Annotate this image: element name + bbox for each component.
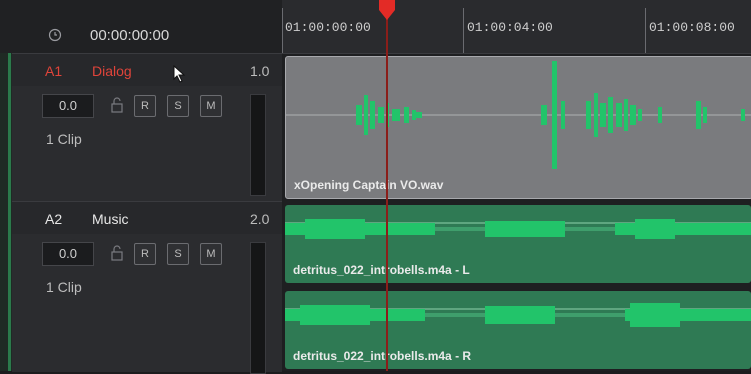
clip-count: 1 Clip xyxy=(46,131,82,147)
lock-icon[interactable] xyxy=(110,245,124,261)
track-name-label[interactable]: Music xyxy=(92,211,129,227)
clip-count: 1 Clip xyxy=(46,279,82,295)
track-id-label: A2 xyxy=(45,211,63,227)
audio-meter xyxy=(250,94,266,196)
record-button[interactable]: R xyxy=(134,95,156,117)
cursor-icon xyxy=(173,65,186,83)
solo-button[interactable]: S xyxy=(167,243,189,265)
ruler-tick xyxy=(282,8,283,53)
mute-button[interactable]: M xyxy=(200,243,222,265)
playhead-icon[interactable] xyxy=(378,0,396,22)
volume-field[interactable]: 0.0 xyxy=(42,94,94,118)
audio-clip[interactable]: xOpening Captain VO.wav xyxy=(285,56,751,199)
ruler-timecode: 01:00:00:00 xyxy=(285,20,371,35)
audio-clip[interactable]: detritus_022_introbells.m4a - L xyxy=(285,205,751,283)
lock-icon[interactable] xyxy=(110,97,124,113)
clip-name: detritus_022_introbells.m4a - R xyxy=(293,349,472,363)
track-name-label[interactable]: Dialog xyxy=(92,63,132,79)
timeline-ruler[interactable]: 01:00:00:00 01:00:04:00 01:00:08:00 xyxy=(282,0,751,54)
waveform xyxy=(285,303,751,327)
ruler-timecode: 01:00:04:00 xyxy=(467,20,553,35)
waveform xyxy=(286,61,751,169)
track-header-a1[interactable]: A1 Dialog 1.0 0.0 R S M 1 Clip xyxy=(12,53,282,201)
track-header-a2[interactable]: A2 Music 2.0 0.0 R S M 1 Clip xyxy=(12,201,282,374)
mute-button[interactable]: M xyxy=(200,95,222,117)
track-id-label: A1 xyxy=(45,63,63,79)
timecode-display: 00:00:00:00 xyxy=(90,27,170,44)
playhead-line[interactable] xyxy=(386,0,388,371)
track-color-line xyxy=(8,53,11,371)
track-format-label: 1.0 xyxy=(250,63,270,79)
audio-clip[interactable]: detritus_022_introbells.m4a - R xyxy=(285,291,751,369)
record-button[interactable]: R xyxy=(134,243,156,265)
waveform xyxy=(285,219,751,239)
ruler-timecode: 01:00:08:00 xyxy=(649,20,735,35)
track-format-label: 2.0 xyxy=(250,211,270,227)
clip-name: detritus_022_introbells.m4a - L xyxy=(293,263,470,277)
audio-meter xyxy=(250,242,266,374)
clip-name: xOpening Captain VO.wav xyxy=(294,178,444,192)
volume-field[interactable]: 0.0 xyxy=(42,242,94,266)
solo-button[interactable]: S xyxy=(167,95,189,117)
ruler-tick xyxy=(463,8,464,53)
clock-icon[interactable] xyxy=(48,28,62,42)
ruler-tick xyxy=(645,8,646,53)
timeline-header: 00:00:00:00 xyxy=(0,0,282,53)
